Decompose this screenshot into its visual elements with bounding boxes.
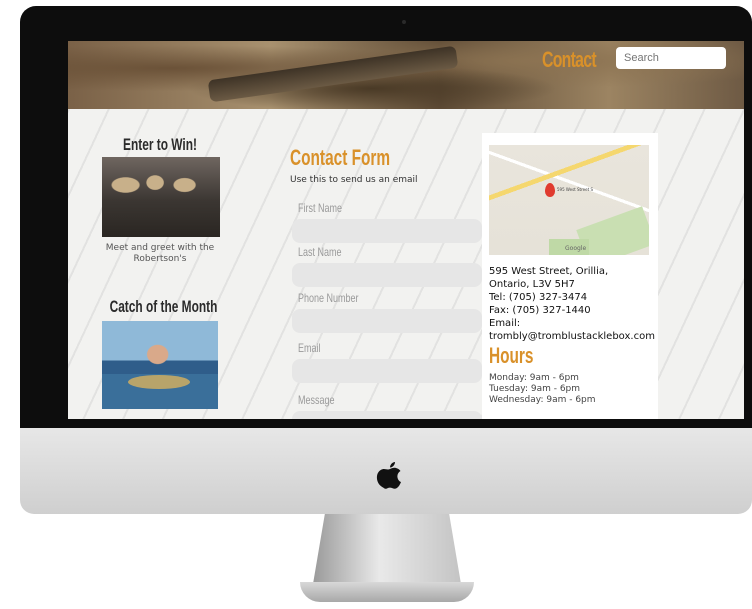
hours-list: Monday: 9am - 6pm Tuesday: 9am - 6pm Wed…	[489, 373, 596, 406]
email-link[interactable]: trombly@tromblustacklebox.com	[489, 330, 659, 343]
map-pin-icon[interactable]	[545, 183, 555, 197]
map-attribution: Google	[565, 245, 587, 252]
hours-wednesday: Wednesday: 9am - 6pm	[489, 395, 596, 405]
apple-logo-icon	[376, 462, 401, 489]
last-name-label: Last Name	[298, 245, 342, 259]
address-line2: Ontario, L3V 5H7	[489, 279, 575, 290]
hours-monday: Monday: 9am - 6pm	[489, 373, 579, 383]
email-label-text: Email:	[489, 318, 521, 329]
fish-shape	[128, 375, 190, 389]
email-field[interactable]	[292, 359, 482, 383]
form-title: Contact Form	[290, 145, 391, 170]
camera-dot	[402, 20, 406, 24]
stand-neck	[313, 514, 461, 584]
stand-base	[300, 582, 474, 602]
address-line1: 595 West Street, Orillia,	[489, 266, 609, 277]
search-input[interactable]	[616, 47, 726, 69]
message-field[interactable]	[292, 411, 482, 419]
phone-field[interactable]	[292, 309, 482, 333]
nav-contact-link[interactable]: Contact	[542, 47, 597, 73]
phone-number[interactable]: Tel: (705) 327-3474	[489, 291, 659, 304]
imac-monitor: Contact Enter to Win! Meet and greet wit…	[20, 6, 752, 428]
banner-shotgun	[207, 45, 459, 103]
enter-to-win-heading: Enter to Win!	[123, 135, 197, 154]
contact-info-panel: 595 West Street S Google 595 West Street…	[482, 133, 658, 419]
catch-photo[interactable]	[102, 321, 218, 409]
enter-caption: Meet and greet with the Robertson's	[105, 243, 215, 264]
map-pin-label: 595 West Street S	[557, 187, 593, 192]
message-label: Message	[298, 393, 335, 407]
page-content: Enter to Win! Meet and greet with the Ro…	[68, 109, 744, 419]
email-label: Email	[298, 341, 321, 355]
first-name-field[interactable]	[292, 219, 482, 243]
hours-heading: Hours	[489, 343, 534, 368]
form-subtitle: Use this to send us an email	[290, 175, 418, 185]
hours-tuesday: Tuesday: 9am - 6pm	[489, 384, 581, 394]
catch-of-month-heading: Catch of the Month	[109, 297, 218, 316]
first-name-label: First Name	[298, 201, 343, 215]
screen: Contact Enter to Win! Meet and greet wit…	[68, 41, 744, 419]
location-map[interactable]: 595 West Street S Google	[489, 145, 649, 255]
last-name-field[interactable]	[292, 263, 482, 287]
header-banner: Contact	[68, 41, 744, 109]
address-block: 595 West Street, Orillia, Ontario, L3V 5…	[489, 265, 659, 343]
robertsons-photo[interactable]	[102, 157, 220, 237]
phone-label: Phone Number	[298, 291, 359, 305]
fax-number: Fax: (705) 327-1440	[489, 305, 591, 316]
